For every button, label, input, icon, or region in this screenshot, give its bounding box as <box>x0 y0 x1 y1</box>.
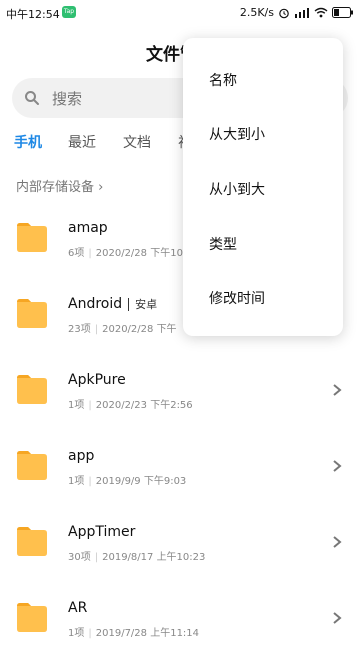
modified-date: 2019/8/17 上午10:23 <box>102 552 206 563</box>
search-icon <box>24 90 40 110</box>
tab-phone[interactable]: 手机 <box>14 132 42 152</box>
network-speed: 2.5K/s <box>239 6 274 19</box>
item-count: 1项 <box>68 628 85 639</box>
folder-icon <box>15 600 49 638</box>
file-meta: 23项 | 2020/2/28 下午 <box>68 324 177 335</box>
breadcrumb-label: 内部存储设备 <box>16 180 95 195</box>
folder-icon <box>15 372 49 410</box>
chevron-right-icon <box>332 534 342 553</box>
file-name: Android <box>68 296 123 312</box>
file-meta: 1项 | 2019/7/28 上午11:14 <box>68 628 200 639</box>
tab-documents[interactable]: 文档 <box>123 132 151 152</box>
menu-item-type[interactable]: 类型 <box>209 234 237 254</box>
menu-item-size-desc[interactable]: 从大到小 <box>209 124 265 144</box>
wifi-icon <box>314 7 328 18</box>
cellular-signal-icon <box>294 7 310 18</box>
menu-item-name[interactable]: 名称 <box>209 70 237 90</box>
file-name: ApkPure <box>68 372 126 388</box>
breadcrumb[interactable]: 内部存储设备 › <box>16 176 103 195</box>
item-count: 6项 <box>68 248 85 259</box>
tab-recent[interactable]: 最近 <box>68 132 96 152</box>
chevron-right-icon: › <box>98 180 104 195</box>
file-name: AR <box>68 600 88 616</box>
file-row[interactable]: app 1项 | 2019/9/9 下午9:03 <box>0 428 360 504</box>
file-tag: 安卓 <box>128 298 158 311</box>
file-meta: 1项 | 2019/9/9 下午9:03 <box>68 476 187 487</box>
tap-app-icon: Tap <box>62 6 76 18</box>
chevron-right-icon <box>332 458 342 477</box>
status-time: 中午12:54 <box>6 8 60 21</box>
folder-icon <box>15 524 49 562</box>
file-meta: 30项 | 2019/8/17 上午10:23 <box>68 552 206 563</box>
file-name: amap <box>68 220 108 236</box>
modified-date: 2019/7/28 上午11:14 <box>95 628 200 639</box>
file-meta: 1项 | 2020/2/23 下午2:56 <box>68 400 193 411</box>
modified-date: 2020/2/28 下午10 <box>95 248 183 259</box>
item-count: 1项 <box>68 476 85 487</box>
status-indicators: 2.5K/s <box>240 6 354 19</box>
item-count: 23项 <box>68 324 91 335</box>
modified-date: 2020/2/23 下午2:56 <box>95 400 193 411</box>
folder-icon <box>15 220 49 258</box>
modified-date: 2019/9/9 下午9:03 <box>95 476 187 487</box>
chevron-right-icon <box>332 610 342 629</box>
alarm-icon <box>278 7 290 19</box>
menu-item-modified-time[interactable]: 修改时间 <box>209 288 265 308</box>
modified-date: 2020/2/28 下午 <box>102 324 177 335</box>
status-bar: 中午12:54 Tap 2.5K/s <box>0 0 360 26</box>
file-row[interactable]: AppTimer 30项 | 2019/8/17 上午10:23 <box>0 504 360 580</box>
file-row[interactable]: AR 1项 | 2019/7/28 上午11:14 <box>0 580 360 656</box>
folder-icon <box>15 296 49 334</box>
chevron-right-icon <box>332 382 342 401</box>
file-meta: 6项 | 2020/2/28 下午10 <box>68 248 183 259</box>
item-count: 30项 <box>68 552 91 563</box>
file-name: app <box>68 448 95 464</box>
sort-menu: 名称 从大到小 从小到大 类型 修改时间 <box>183 38 343 336</box>
battery-icon <box>332 7 354 18</box>
file-name: AppTimer <box>68 524 136 540</box>
folder-icon <box>15 448 49 486</box>
menu-item-size-asc[interactable]: 从小到大 <box>209 179 265 199</box>
item-count: 1项 <box>68 400 85 411</box>
file-row[interactable]: ApkPure 1项 | 2020/2/23 下午2:56 <box>0 352 360 428</box>
